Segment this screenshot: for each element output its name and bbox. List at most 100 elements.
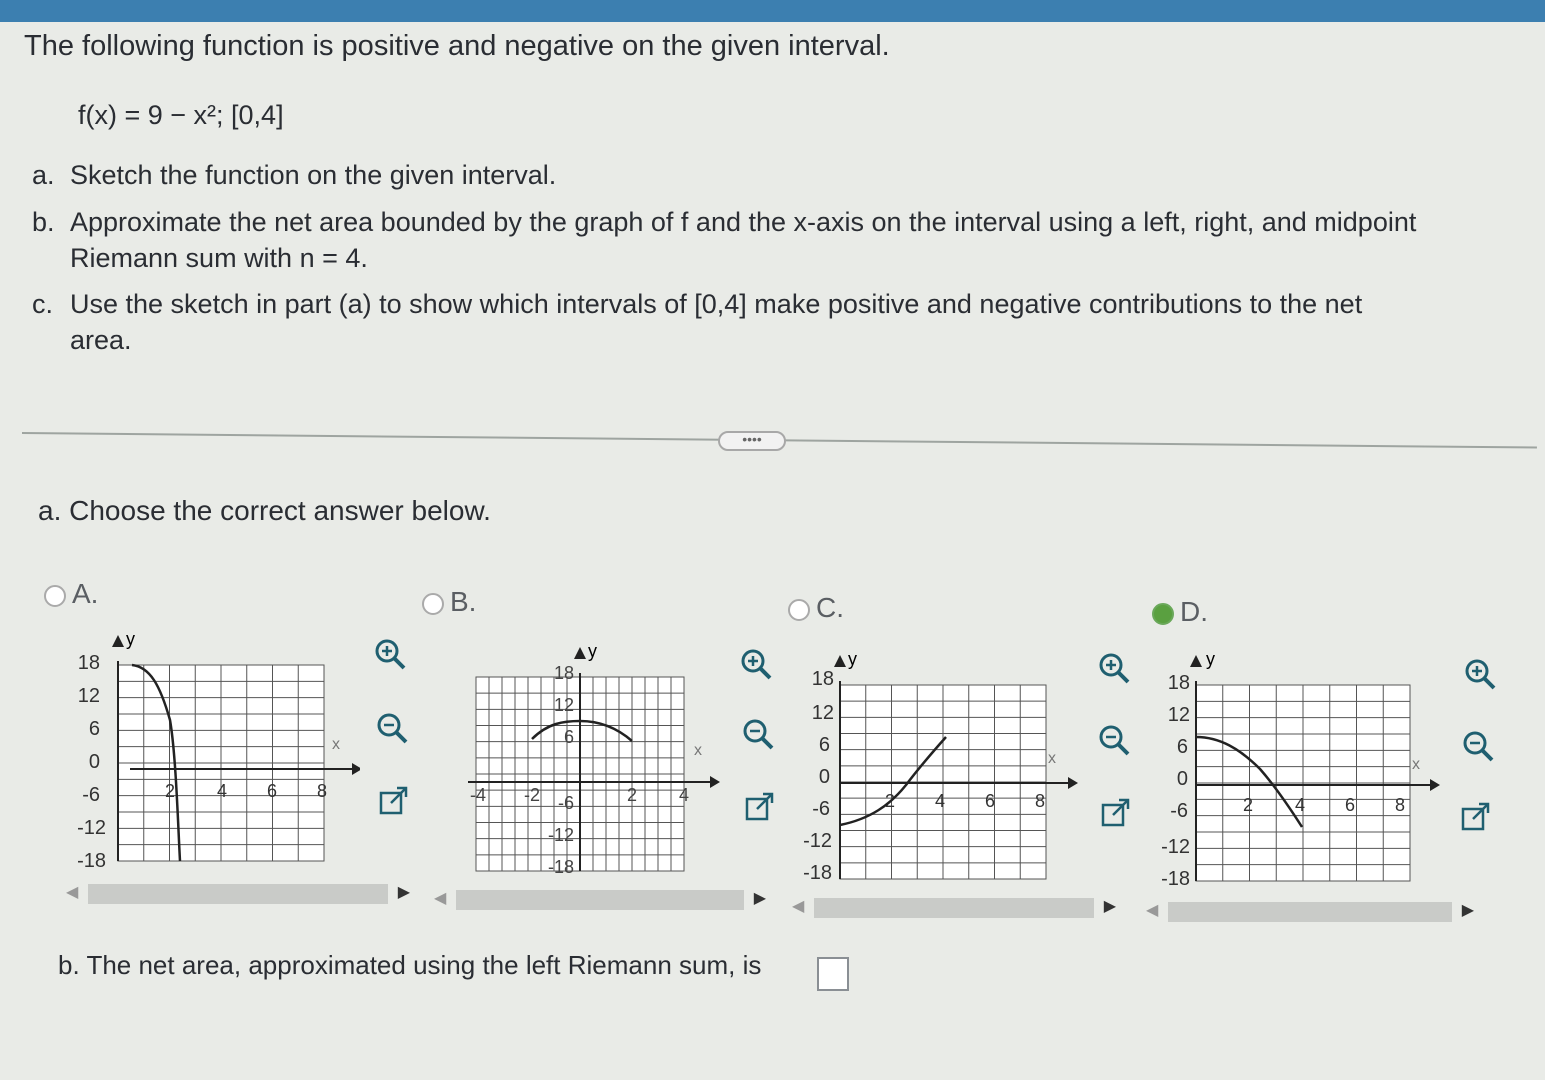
x-tick-label: 6 [1345,795,1355,815]
scroll-right-icon[interactable]: ▶ [754,888,766,908]
part-label: c. [32,289,54,319]
x-axis-arrow [352,763,360,775]
popout-icon[interactable] [1458,800,1494,836]
scrollbar-option-b[interactable]: ◀ ▶ [430,888,770,912]
x-tick-label: 2 [627,785,637,805]
option-b[interactable]: B. [422,586,476,618]
y-tick-label: 12 [78,685,100,707]
scroll-track[interactable] [814,898,1094,918]
y-axis-label: y [126,629,135,649]
radio-button[interactable] [422,592,444,615]
y-axis-arrow [1190,655,1202,667]
popout-icon[interactable] [1098,796,1134,832]
option-label: A. [72,578,99,609]
scrollbar-option-c[interactable]: ◀ ▶ [788,896,1120,920]
option-label: C. [816,592,844,623]
radio-button-selected[interactable] [1152,602,1174,625]
y-axis-label: y [1206,649,1215,669]
y-axis-label: y [848,649,857,669]
graph-option-c: y x 18 12 6 0 -6 -12 -18 2 4 6 8 [803,649,1078,884]
scroll-track[interactable] [1168,902,1452,922]
scroll-right-icon[interactable]: ▶ [1104,896,1116,916]
y-tick-label: -18 [548,857,574,877]
scroll-left-icon[interactable]: ◀ [792,896,804,916]
zoom-out-icon[interactable] [1460,728,1496,764]
x-tick-label: -4 [470,785,486,805]
part-b-prompt: b. The net area, approximated using the … [58,950,762,980]
x-tick-label: 4 [217,781,227,801]
part-b-instruction: b. Approximate the net area bounded by t… [32,205,1522,277]
y-tick-label: 0 [1177,768,1188,790]
radio-button[interactable] [788,598,810,621]
expand-button[interactable]: •••• [718,431,786,451]
option-d[interactable]: D. [1152,596,1208,628]
x-tick-label: 6 [985,791,995,811]
y-tick-label: -18 [77,850,106,870]
scroll-right-icon[interactable]: ▶ [1462,900,1474,920]
x-tick-label: 6 [267,781,277,801]
zoom-in-icon[interactable] [372,636,408,672]
part-label: a. [32,160,55,190]
y-tick-label: -18 [803,862,832,884]
scroll-left-icon[interactable]: ◀ [1146,900,1158,920]
y-tick-label: 18 [812,668,834,690]
scrollbar-option-a[interactable]: ◀ ▶ [62,882,414,906]
question-title: The following function is positive and n… [24,30,890,62]
part-a-prompt: a. Choose the correct answer below. [38,495,491,526]
x-tick-label: 8 [1395,795,1405,815]
scrollbar-option-d[interactable]: ◀ ▶ [1142,900,1478,924]
y-tick-label: 0 [819,766,830,788]
x-tick-label: 2 [1243,795,1253,815]
x-tick-label: 2 [165,781,175,801]
popout-icon[interactable] [376,784,412,820]
y-tick-label: 6 [564,727,574,747]
y-axis-label: y [588,641,597,661]
option-label: B. [450,586,477,617]
top-bar [0,0,1545,22]
zoom-in-icon[interactable] [738,646,774,682]
part-text: Use the sketch in part (a) to show which… [70,289,1363,319]
y-tick-label: -6 [1170,800,1188,822]
scroll-track[interactable] [456,890,744,910]
part-text-line2: area. [70,325,132,355]
zoom-out-icon[interactable] [740,716,776,752]
option-c[interactable]: C. [788,592,844,624]
y-axis-arrow [112,635,124,647]
graph-option-d: y x 18 12 6 0 -6 -12 -18 2 4 6 8 [1161,649,1440,890]
y-tick-label: 0 [89,751,100,773]
zoom-out-icon[interactable] [374,710,410,746]
y-tick-label: -18 [1161,868,1190,890]
part-text-line2: Riemann sum with n = 4. [70,243,368,273]
y-tick-label: 18 [1168,672,1190,694]
x-tick-label: 4 [1295,795,1305,815]
y-tick-label: 12 [554,695,574,715]
scroll-right-icon[interactable]: ▶ [398,882,410,902]
part-a-instruction: a. Sketch the function on the given inte… [32,158,1512,194]
option-label: D. [1180,596,1208,627]
x-tick-label: -2 [524,785,540,805]
y-tick-label: 6 [89,718,100,740]
zoom-out-icon[interactable] [1096,722,1132,758]
graph-option-b: y x 18 12 6 -6 -12 -18 -4 -2 2 4 [468,641,720,877]
x-axis-label: x [1048,750,1056,767]
scroll-left-icon[interactable]: ◀ [66,882,78,902]
x-tick-label: 4 [679,785,689,805]
y-tick-label: 6 [819,734,830,756]
y-tick-label: 18 [554,663,574,683]
radio-button[interactable] [44,584,66,607]
scroll-track[interactable] [88,884,388,904]
x-tick-label: 8 [1035,791,1045,811]
function-formula: f(x) = 9 − x²; [0,4] [78,100,284,130]
y-tick-label: -6 [82,784,100,806]
popout-icon[interactable] [742,790,778,826]
x-axis-arrow [1430,779,1440,791]
scroll-left-icon[interactable]: ◀ [434,888,446,908]
y-tick-label: -12 [1161,836,1190,858]
option-a[interactable]: A. [44,578,98,610]
y-tick-label: 12 [812,702,834,724]
y-tick-label: -12 [548,825,574,845]
answer-input[interactable] [817,957,849,991]
zoom-in-icon[interactable] [1096,650,1132,686]
part-text: Approximate the net area bounded by the … [70,207,1417,237]
zoom-in-icon[interactable] [1462,656,1498,692]
